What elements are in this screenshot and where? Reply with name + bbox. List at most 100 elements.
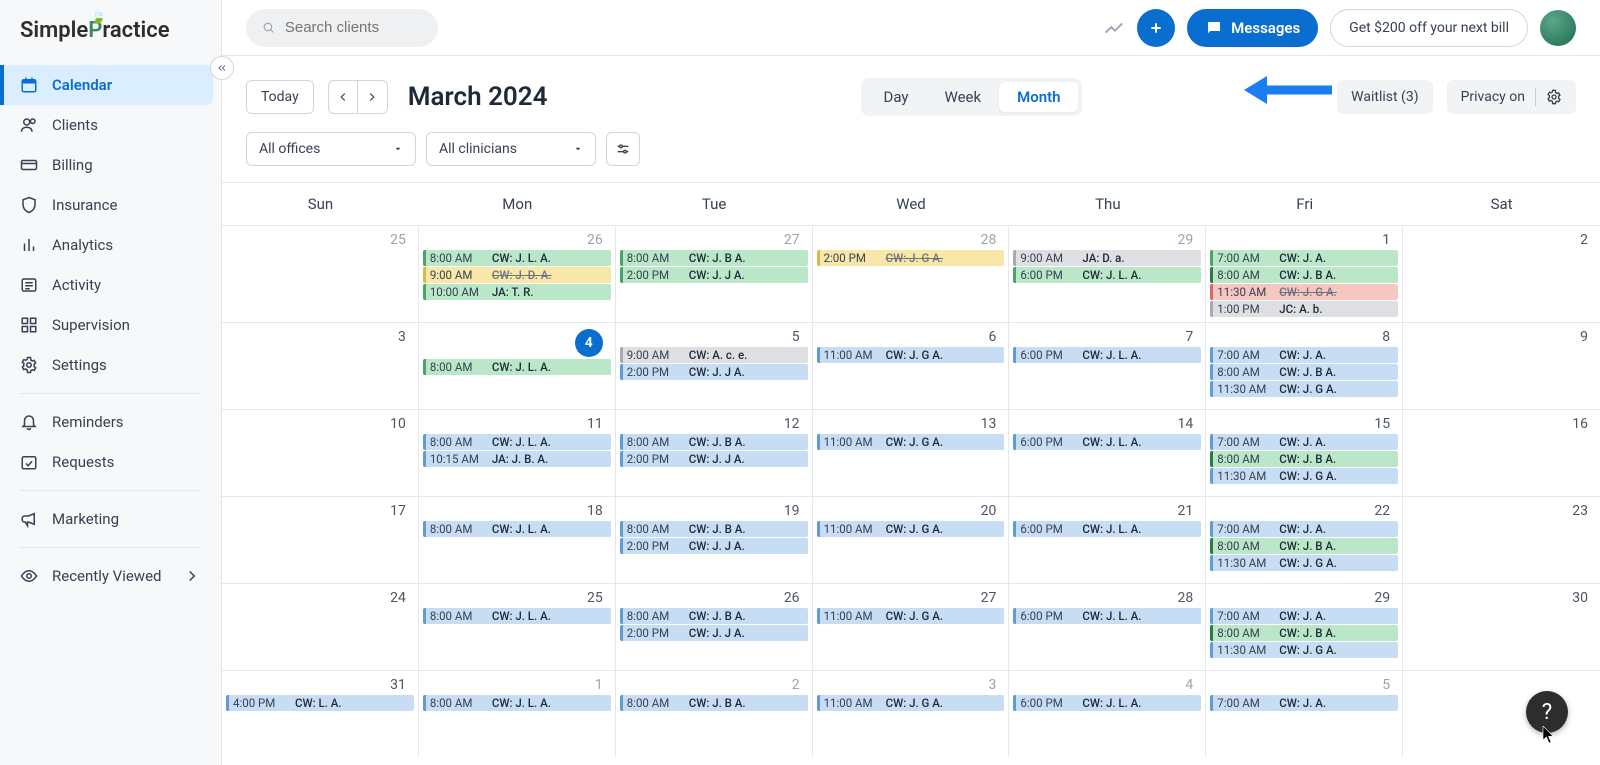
calendar-cell[interactable]: 198:00 AMCW: J. B A.2:00 PMCW: J. J A. (616, 497, 813, 583)
calendar-cell[interactable]: 297:00 AMCW: J. A.8:00 AMCW: J. B A.11:3… (1206, 584, 1403, 670)
today-button[interactable]: Today (246, 80, 314, 114)
calendar-event[interactable]: 6:00 PMCW: J. L. A. (1013, 267, 1201, 283)
calendar-cell[interactable]: 9 (1403, 323, 1600, 409)
nav-recently-viewed[interactable]: Recently Viewed (8, 556, 213, 596)
calendar-event[interactable]: 10:00 AMJA: T. R. (423, 284, 611, 300)
calendar-cell[interactable]: 2011:00 AMCW: J. G A. (813, 497, 1010, 583)
add-button[interactable] (1137, 9, 1175, 47)
nav-supervision[interactable]: Supervision (8, 305, 213, 345)
calendar-event[interactable]: 8:00 AMCW: J. B A. (1210, 538, 1398, 554)
calendar-event[interactable]: 11:30 AMCW: J. G A. (1210, 381, 1398, 397)
calendar-cell[interactable]: 57:00 AMCW: J. A. (1206, 671, 1403, 757)
calendar-cell[interactable]: 87:00 AMCW: J. A.8:00 AMCW: J. B A.11:30… (1206, 323, 1403, 409)
offices-select[interactable]: All offices (246, 132, 416, 166)
calendar-event[interactable]: 8:00 AMCW: J. B A. (620, 250, 808, 266)
messages-button[interactable]: Messages (1187, 9, 1318, 47)
calendar-cell[interactable]: 18:00 AMCW: J. L. A. (419, 671, 616, 757)
calendar-cell[interactable]: 282:00 PMCW: J. G A. (813, 226, 1010, 322)
search-field[interactable] (285, 19, 422, 36)
calendar-event[interactable]: 11:30 AMCW: J. G A. (1210, 468, 1398, 484)
calendar-event[interactable]: 6:00 PMCW: J. L. A. (1013, 695, 1201, 711)
nav-analytics[interactable]: Analytics (8, 225, 213, 265)
calendar-event[interactable]: 8:00 AMCW: J. B A. (1210, 364, 1398, 380)
calendar-cell[interactable]: 268:00 AMCW: J. B A.2:00 PMCW: J. J A. (616, 584, 813, 670)
calendar-cell[interactable]: 268:00 AMCW: J. L. A.9:00 AMCW: J. D. A.… (419, 226, 616, 322)
calendar-cell[interactable]: 30 (1403, 584, 1600, 670)
prev-button[interactable] (328, 80, 358, 114)
calendar-event[interactable]: 7:00 AMCW: J. A. (1210, 608, 1398, 624)
calendar-event[interactable]: 6:00 PMCW: J. L. A. (1013, 434, 1201, 450)
calendar-cell[interactable]: 216:00 PMCW: J. L. A. (1009, 497, 1206, 583)
calendar-event[interactable]: 11:00 AMCW: J. G A. (817, 347, 1005, 363)
calendar-event[interactable]: 9:00 AMJA: D. a. (1013, 250, 1201, 266)
calendar-cell[interactable]: 157:00 AMCW: J. A.8:00 AMCW: J. B A.11:3… (1206, 410, 1403, 496)
nav-calendar[interactable]: Calendar (0, 65, 213, 105)
calendar-event[interactable]: 2:00 PMCW: J. J A. (620, 451, 808, 467)
calendar-cell[interactable]: 59:00 AMCW: A. c. e.2:00 PMCW: J. J A. (616, 323, 813, 409)
calendar-event[interactable]: 8:00 AMCW: J. B A. (620, 695, 808, 711)
calendar-cell[interactable]: 46:00 PMCW: J. L. A. (1009, 671, 1206, 757)
calendar-cell[interactable]: 76:00 PMCW: J. L. A. (1009, 323, 1206, 409)
calendar-cell[interactable]: 24 (222, 584, 419, 670)
calendar-event[interactable]: 7:00 AMCW: J. A. (1210, 521, 1398, 537)
calendar-cell[interactable]: 2 (1403, 226, 1600, 322)
calendar-event[interactable]: 8:00 AMCW: J. L. A. (423, 695, 611, 711)
calendar-cell[interactable]: 28:00 AMCW: J. B A. (616, 671, 813, 757)
calendar-event[interactable]: 7:00 AMCW: J. A. (1210, 695, 1398, 711)
calendar-cell[interactable]: 188:00 AMCW: J. L. A. (419, 497, 616, 583)
calendar-cell[interactable]: 299:00 AMJA: D. a.6:00 PMCW: J. L. A. (1009, 226, 1206, 322)
calendar-event[interactable]: 11:30 AMCW: J. G A. (1210, 284, 1398, 300)
calendar-event[interactable]: 11:00 AMCW: J. G A. (817, 434, 1005, 450)
calendar-event[interactable]: 8:00 AMCW: J. L. A. (423, 250, 611, 266)
calendar-cell[interactable]: 16 (1403, 410, 1600, 496)
calendar-event[interactable]: 8:00 AMCW: J. B A. (620, 434, 808, 450)
content-scroll[interactable]: Today March 2024 Day Week Month Waitlist… (222, 55, 1600, 765)
calendar-event[interactable]: 8:00 AMCW: J. B A. (1210, 451, 1398, 467)
view-week[interactable]: Week (926, 82, 999, 112)
logo[interactable]: SimpleP🍃ractice (0, 0, 221, 57)
nav-settings[interactable]: Settings (8, 345, 213, 385)
calendar-event[interactable]: 9:00 AMCW: A. c. e. (620, 347, 808, 363)
calendar-event[interactable]: 10:15 AMJA: J. B. A. (423, 451, 611, 467)
calendar-event[interactable]: 2:00 PMCW: J. J A. (620, 625, 808, 641)
calendar-cell[interactable]: 611:00 AMCW: J. G A. (813, 323, 1010, 409)
calendar-event[interactable]: 2:00 PMCW: J. G A. (817, 250, 1005, 266)
nav-clients[interactable]: Clients (8, 105, 213, 145)
calendar-event[interactable]: 6:00 PMCW: J. L. A. (1013, 608, 1201, 624)
calendar-cell[interactable]: 286:00 PMCW: J. L. A. (1009, 584, 1206, 670)
calendar-event[interactable]: 8:00 AMCW: J. L. A. (423, 434, 611, 450)
next-button[interactable] (358, 80, 388, 114)
calendar-event[interactable]: 8:00 AMCW: J. B A. (1210, 267, 1398, 283)
calendar-event[interactable]: 6:00 PMCW: J. L. A. (1013, 347, 1201, 363)
calendar-cell[interactable] (1403, 671, 1600, 757)
calendar-event[interactable]: 7:00 AMCW: J. A. (1210, 347, 1398, 363)
calendar-event[interactable]: 2:00 PMCW: J. J A. (620, 364, 808, 380)
filter-button[interactable] (606, 132, 640, 166)
calendar-event[interactable]: 8:00 AMCW: J. B A. (1210, 625, 1398, 641)
collapse-sidebar-button[interactable] (210, 56, 234, 80)
calendar-cell[interactable]: 10 (222, 410, 419, 496)
calendar-cell[interactable]: 23 (1403, 497, 1600, 583)
nav-reminders[interactable]: Reminders (8, 402, 213, 442)
calendar-event[interactable]: 11:00 AMCW: J. G A. (817, 695, 1005, 711)
calendar-cell[interactable]: 1311:00 AMCW: J. G A. (813, 410, 1010, 496)
nav-billing[interactable]: Billing (8, 145, 213, 185)
avatar[interactable] (1540, 10, 1576, 46)
calendar-cell[interactable]: 2711:00 AMCW: J. G A. (813, 584, 1010, 670)
calendar-event[interactable]: 8:00 AMCW: J. B A. (620, 608, 808, 624)
promo-button[interactable]: Get $200 off your next bill (1330, 9, 1528, 47)
nav-insurance[interactable]: Insurance (8, 185, 213, 225)
calendar-cell[interactable]: 17 (222, 497, 419, 583)
calendar-event[interactable]: 8:00 AMCW: J. L. A. (423, 521, 611, 537)
clinicians-select[interactable]: All clinicians (426, 132, 596, 166)
calendar-cell[interactable]: 3 (222, 323, 419, 409)
trend-icon[interactable] (1103, 17, 1125, 39)
calendar-cell[interactable]: 227:00 AMCW: J. A.8:00 AMCW: J. B A.11:3… (1206, 497, 1403, 583)
calendar-event[interactable]: 9:00 AMCW: J. D. A. (423, 267, 611, 283)
calendar-cell[interactable]: 314:00 PMCW: L. A. (222, 671, 419, 757)
calendar-event[interactable]: 8:00 AMCW: J. L. A. (423, 359, 611, 375)
calendar-event[interactable]: 7:00 AMCW: J. A. (1210, 250, 1398, 266)
calendar-event[interactable]: 6:00 PMCW: J. L. A. (1013, 521, 1201, 537)
calendar-cell[interactable]: 258:00 AMCW: J. L. A. (419, 584, 616, 670)
calendar-event[interactable]: 11:30 AMCW: J. G A. (1210, 555, 1398, 571)
